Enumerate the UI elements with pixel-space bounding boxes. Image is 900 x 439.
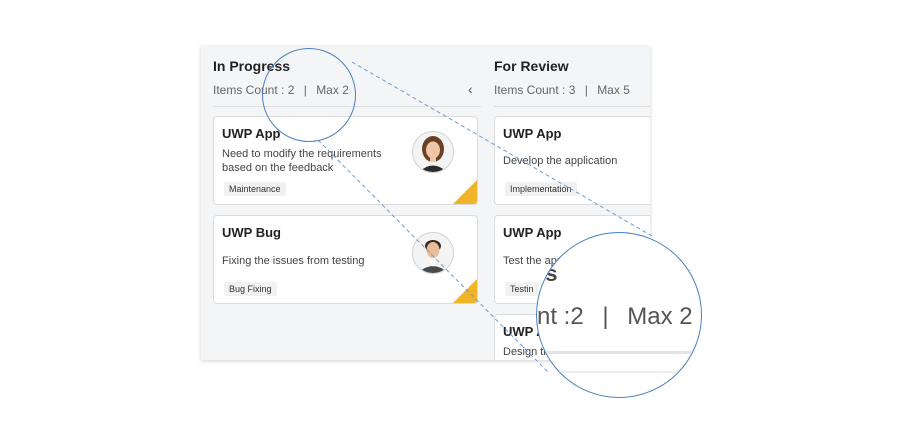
card-description: Fixing the issues from testing bbox=[222, 255, 365, 267]
magnifier-lens: ss nt :2 | Max 2 bbox=[536, 232, 702, 398]
card-tag: Maintenance bbox=[224, 182, 286, 196]
card-description: Develop the application bbox=[503, 155, 618, 167]
card-description: Need to modify the requirements based on… bbox=[222, 147, 382, 175]
column-title: For Review bbox=[494, 58, 569, 74]
card-title: UWP App bbox=[222, 126, 281, 141]
max-label: Max 5 bbox=[597, 83, 630, 97]
magnified-divider bbox=[537, 371, 701, 373]
card-title: UWP App bbox=[503, 225, 562, 240]
male-avatar bbox=[412, 232, 454, 274]
column-divider bbox=[494, 106, 650, 107]
card-title: UWP App bbox=[503, 126, 562, 141]
magnified-count-label: nt :2 bbox=[537, 303, 584, 330]
card-tag: Testin bbox=[505, 282, 539, 296]
magnified-count: nt :2 | Max 2 bbox=[537, 303, 693, 331]
card-tag: Bug Fixing bbox=[224, 282, 277, 296]
kanban-card[interactable]: UWP App Develop the application Implemen… bbox=[494, 116, 650, 205]
card-description-line: based on the feedback bbox=[222, 162, 334, 174]
magnified-divider bbox=[537, 351, 701, 354]
kanban-card[interactable]: UWP App Need to modify the requirements … bbox=[213, 116, 478, 205]
card-description-line: Need to modify the requirements bbox=[222, 148, 382, 160]
magnified-title: ss bbox=[537, 261, 558, 286]
magnified-separator: | bbox=[602, 303, 609, 330]
magnified-max-label: Max 2 bbox=[627, 303, 693, 330]
card-tag: Implementation bbox=[505, 182, 577, 196]
priority-corner bbox=[453, 279, 477, 303]
kanban-card[interactable]: UWP Bug Fixing the issues from testing B… bbox=[213, 215, 478, 304]
priority-corner bbox=[453, 180, 477, 204]
count-separator: | bbox=[584, 83, 588, 97]
female-avatar bbox=[412, 131, 454, 173]
highlight-circle bbox=[262, 48, 356, 142]
column-count: Items Count : 3 | Max 5 bbox=[494, 83, 630, 97]
card-title: UWP Bug bbox=[222, 225, 281, 240]
items-count-label: Items Count : 3 bbox=[494, 83, 576, 97]
chevron-left-icon[interactable]: ‹ bbox=[468, 81, 473, 97]
